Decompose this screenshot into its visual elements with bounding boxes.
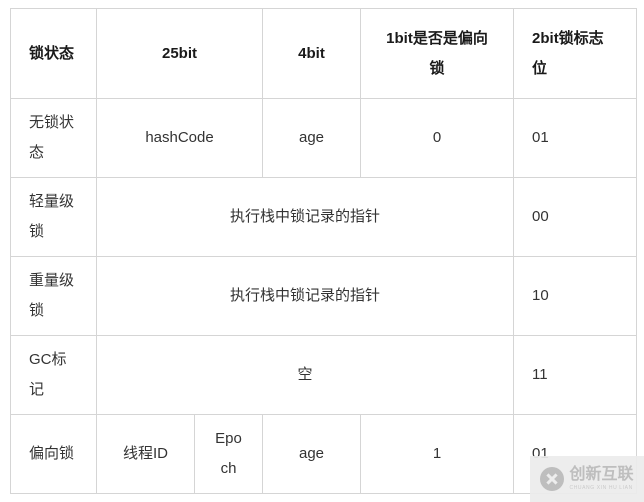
table-row: 轻量级锁 执行栈中锁记录的指针 00 (10, 177, 638, 257)
table-row: GC标记 空 11 (10, 335, 638, 415)
cell-1bit: 0 (360, 98, 515, 178)
table-row: 无锁状态 hashCode age 0 01 (10, 98, 638, 178)
column-header-lock-state: 锁状态 (10, 8, 97, 99)
cell-thread-id: 线程ID (96, 414, 195, 494)
cell-lock-state: 轻量级锁 (10, 177, 97, 257)
column-header-2bit-lock-flag: 2bit锁标志位 (513, 8, 638, 99)
cell-4bit: age (262, 98, 362, 178)
cell-2bit: 10 (513, 256, 638, 336)
cell-2bit: 01 (513, 98, 638, 178)
cell-2bit: 00 (513, 177, 638, 257)
lock-state-table: 锁状态 25bit 4bit 1bit是否是偏向锁 2bit锁标志位 无锁状态 … (10, 8, 638, 494)
table-header-row: 锁状态 25bit 4bit 1bit是否是偏向锁 2bit锁标志位 (10, 8, 638, 99)
column-header-1bit-biased: 1bit是否是偏向锁 (360, 8, 515, 99)
cell-epoch: Epoch (193, 414, 264, 494)
cell-lock-state: 无锁状态 (10, 98, 97, 178)
cell-25bit: hashCode (95, 98, 264, 178)
cell-merged-pointer: 执行栈中锁记录的指针 (95, 177, 515, 257)
column-header-25bit: 25bit (95, 8, 264, 99)
cell-lock-state: 偏向锁 (10, 414, 97, 494)
cell-2bit: 01 (513, 414, 638, 494)
cell-merged-empty: 空 (95, 335, 515, 415)
cell-merged-pointer: 执行栈中锁记录的指针 (95, 256, 515, 336)
table-row: 偏向锁 线程ID Epoch age 1 01 (10, 414, 638, 494)
table-row: 重量级锁 执行栈中锁记录的指针 10 (10, 256, 638, 336)
cell-4bit: age (262, 414, 362, 494)
lock-state-table-container: 锁状态 25bit 4bit 1bit是否是偏向锁 2bit锁标志位 无锁状态 … (10, 8, 638, 494)
cell-1bit: 1 (360, 414, 515, 494)
cell-lock-state: GC标记 (10, 335, 97, 415)
cell-lock-state: 重量级锁 (10, 256, 97, 336)
cell-2bit: 11 (513, 335, 638, 415)
column-header-4bit: 4bit (262, 8, 362, 99)
